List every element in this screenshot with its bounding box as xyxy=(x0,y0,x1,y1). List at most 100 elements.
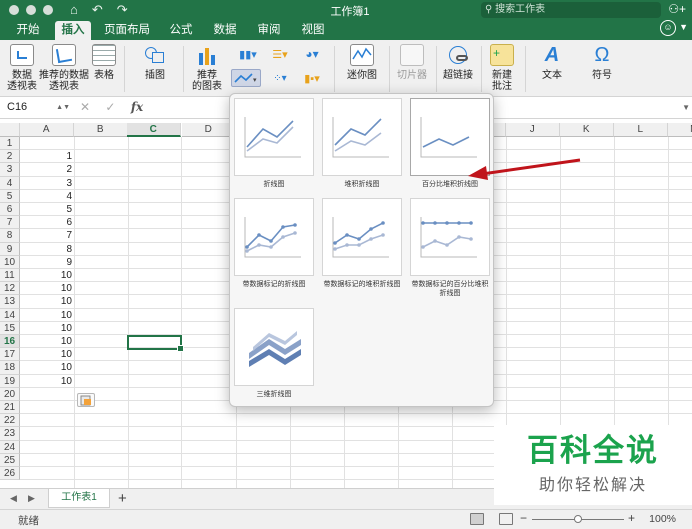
page-layout-view-button[interactable] xyxy=(499,513,513,525)
confirm-icon[interactable]: ✓ xyxy=(105,100,115,114)
add-user-icon[interactable]: ⚇+ xyxy=(668,2,686,16)
column-header-k[interactable]: K xyxy=(560,123,614,137)
sparklines-button[interactable]: 迷你图 xyxy=(342,42,382,81)
cell-a6[interactable]: 5 xyxy=(22,203,72,216)
row-header-22[interactable]: 22 xyxy=(0,414,20,428)
expand-formula-icon[interactable]: ▼ xyxy=(682,103,690,112)
row-header-26[interactable]: 26 xyxy=(0,467,20,481)
bar-chart-button[interactable]: ☰▾ xyxy=(265,45,295,63)
column-header-b[interactable]: B xyxy=(74,123,128,137)
row-header-5[interactable]: 5 xyxy=(0,189,20,203)
gallery-item-6[interactable]: 带数据标记的百分比堆积 折线图 xyxy=(410,198,490,298)
cell-a14[interactable]: 10 xyxy=(22,309,72,322)
sheet-tab-active[interactable]: 工作表1 xyxy=(48,489,110,508)
row-header-17[interactable]: 17 xyxy=(0,348,20,362)
feedback-smiley-icon[interactable]: ☺ xyxy=(660,20,676,36)
tab-formulas[interactable]: 公式 xyxy=(162,21,200,40)
tab-review[interactable]: 审阅 xyxy=(250,21,288,40)
cell-a2[interactable]: 1 xyxy=(22,150,72,163)
row-header-16[interactable]: 16 xyxy=(0,335,20,349)
zoom-in-button[interactable]: + xyxy=(628,511,635,525)
cell-a12[interactable]: 10 xyxy=(22,282,72,295)
row-header-10[interactable]: 10 xyxy=(0,255,20,269)
slicer-button[interactable]: 切片器 xyxy=(394,42,430,81)
tab-view[interactable]: 视图 xyxy=(294,21,332,40)
zoom-slider-knob[interactable] xyxy=(574,515,582,523)
cell-a18[interactable]: 10 xyxy=(22,361,72,374)
row-header-7[interactable]: 7 xyxy=(0,216,20,230)
line-chart-button[interactable]: ▾ xyxy=(231,69,261,87)
row-header-21[interactable]: 21 xyxy=(0,401,20,415)
maximize-window-button[interactable] xyxy=(43,5,53,15)
row-header-1[interactable]: 1 xyxy=(0,137,20,151)
row-header-24[interactable]: 24 xyxy=(0,440,20,454)
cell-a19[interactable]: 10 xyxy=(22,375,72,388)
row-header-14[interactable]: 14 xyxy=(0,308,20,322)
gallery-item-4[interactable]: 带数据标记的折线图 xyxy=(234,198,314,289)
gallery-item-5[interactable]: 带数据标记的堆积折线图 xyxy=(322,198,402,289)
tab-page-layout[interactable]: 页面布局 xyxy=(97,21,157,40)
other-charts-button[interactable]: ▮▪▾ xyxy=(297,69,327,87)
scatter-chart-button[interactable]: ⁘▾ xyxy=(265,69,295,87)
row-header-18[interactable]: 18 xyxy=(0,361,20,375)
column-header-l[interactable]: L xyxy=(614,123,668,137)
pivot-table-button[interactable]: 数据 透视表 xyxy=(4,42,40,92)
active-cell-c16[interactable] xyxy=(127,335,184,352)
row-header-4[interactable]: 4 xyxy=(0,176,20,190)
add-sheet-button[interactable]: + xyxy=(118,489,127,508)
column-header-d[interactable]: D xyxy=(182,123,236,137)
search-sheet-input[interactable]: ⚲ 搜索工作表 xyxy=(481,2,661,18)
zoom-out-button[interactable]: − xyxy=(520,511,527,525)
row-header-6[interactable]: 6 xyxy=(0,203,20,217)
cell-a8[interactable]: 7 xyxy=(22,229,72,242)
recommended-charts-button[interactable]: 推荐 的图表 xyxy=(188,42,226,92)
row-header-25[interactable]: 25 xyxy=(0,453,20,467)
row-header-13[interactable]: 13 xyxy=(0,295,20,309)
tab-data[interactable]: 数据 xyxy=(206,21,244,40)
column-header-m[interactable]: M xyxy=(668,123,692,137)
paste-options-button[interactable] xyxy=(77,393,95,407)
cell-a17[interactable]: 10 xyxy=(22,348,72,361)
name-box[interactable]: C16 ▲▼ xyxy=(4,99,70,116)
minimize-window-button[interactable] xyxy=(26,5,36,15)
gallery-item-7[interactable]: 三维折线图 xyxy=(234,308,314,399)
undo-icon[interactable]: ↶ xyxy=(92,2,103,18)
hyperlink-button[interactable]: 超链接 xyxy=(440,42,476,81)
prev-sheet-icon[interactable]: ◀ xyxy=(10,493,17,504)
redo-icon[interactable]: ↷ xyxy=(117,2,128,18)
column-chart-button[interactable]: ▮▮▾ xyxy=(233,45,263,63)
pie-chart-button[interactable]: ◕▾ xyxy=(297,45,327,63)
new-comment-button[interactable]: + 新建 批注 xyxy=(486,42,518,92)
close-window-button[interactable] xyxy=(9,5,19,15)
table-button[interactable]: 表格 xyxy=(88,42,120,81)
recommended-pivot-button[interactable]: 推荐的数据 透视表 xyxy=(38,42,90,92)
row-header-19[interactable]: 19 xyxy=(0,374,20,388)
cell-a4[interactable]: 3 xyxy=(22,177,72,190)
cell-a13[interactable]: 10 xyxy=(22,295,72,308)
cell-a11[interactable]: 10 xyxy=(22,269,72,282)
save-icon[interactable]: ⌂ xyxy=(70,2,78,18)
row-header-3[interactable]: 3 xyxy=(0,163,20,177)
row-header-9[interactable]: 9 xyxy=(0,242,20,256)
column-header-c[interactable]: C xyxy=(127,123,181,137)
row-header-15[interactable]: 15 xyxy=(0,321,20,335)
cancel-icon[interactable]: ✕ xyxy=(80,100,90,114)
gallery-item-1[interactable]: 折线图 xyxy=(234,98,314,189)
row-header-20[interactable]: 20 xyxy=(0,387,20,401)
column-header-a[interactable]: A xyxy=(20,123,74,137)
function-icon[interactable]: fx xyxy=(131,100,143,114)
cell-a7[interactable]: 6 xyxy=(22,216,72,229)
tab-home[interactable]: 开始 xyxy=(6,21,50,40)
illustrations-button[interactable]: 插图 xyxy=(134,42,176,81)
tab-insert[interactable]: 插入 xyxy=(55,21,91,40)
text-button[interactable]: A 文本 xyxy=(530,42,574,81)
column-header-j[interactable]: J xyxy=(506,123,560,137)
row-header-8[interactable]: 8 xyxy=(0,229,20,243)
row-header-2[interactable]: 2 xyxy=(0,150,20,164)
chevron-down-icon[interactable]: ▼ xyxy=(679,22,688,32)
cell-a3[interactable]: 2 xyxy=(22,163,72,176)
row-header-12[interactable]: 12 xyxy=(0,282,20,296)
cell-a10[interactable]: 9 xyxy=(22,256,72,269)
cell-a9[interactable]: 8 xyxy=(22,243,72,256)
cell-a15[interactable]: 10 xyxy=(22,322,72,335)
